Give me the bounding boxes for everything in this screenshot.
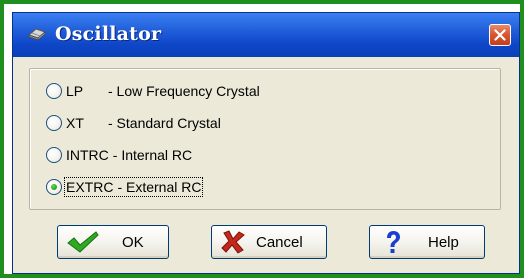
radio-intrc[interactable]: [46, 147, 62, 163]
option-xt-code: XT: [66, 115, 84, 131]
option-intrc-label: INTRC - Internal RC: [66, 147, 192, 163]
checkmark-icon: [66, 230, 100, 258]
option-extrc[interactable]: EXTRC - External RC: [46, 175, 204, 199]
option-extrc-code: EXTRC: [66, 179, 114, 195]
ok-button[interactable]: OK: [57, 225, 169, 259]
option-xt-label: XT - Standard Crystal: [66, 115, 221, 131]
radio-lp[interactable]: [46, 83, 62, 99]
help-button-label: Help: [428, 234, 459, 251]
radio-selected-dot: [51, 184, 57, 190]
help-button[interactable]: Help: [369, 225, 485, 259]
option-intrc[interactable]: INTRC - Internal RC: [46, 143, 192, 167]
option-lp-description: - Low Frequency Crystal: [108, 83, 260, 99]
cancel-button-label: Cancel: [256, 234, 303, 251]
option-intrc-code: INTRC: [66, 147, 109, 163]
dialog-title: Oscillator: [55, 23, 162, 45]
option-lp[interactable]: LP - Low Frequency Crystal: [46, 79, 260, 103]
oscillator-options-group: LP - Low Frequency Crystal XT - Standard C…: [29, 68, 501, 210]
option-lp-label: LP - Low Frequency Crystal: [66, 83, 260, 99]
radio-extrc[interactable]: [46, 179, 62, 195]
option-xt[interactable]: XT - Standard Crystal: [46, 111, 221, 135]
oscillator-dialog: Oscillator LP - Low Frequency Crystal XT -…: [12, 12, 520, 274]
close-icon: [494, 29, 506, 41]
ok-button-label: OK: [122, 234, 144, 251]
cancel-button[interactable]: Cancel: [211, 225, 327, 259]
option-extrc-label: EXTRC - External RC: [63, 177, 204, 197]
option-lp-code: LP: [66, 83, 84, 99]
chip-icon: [27, 26, 47, 42]
radio-xt[interactable]: [46, 115, 62, 131]
x-icon: [220, 230, 246, 258]
close-button[interactable]: [489, 24, 511, 46]
title-bar[interactable]: Oscillator: [13, 13, 519, 57]
outer-frame: Oscillator LP - Low Frequency Crystal XT -…: [0, 0, 524, 278]
option-intrc-description: - Internal RC: [112, 147, 193, 163]
option-extrc-description: - External RC: [117, 179, 202, 195]
option-xt-description: - Standard Crystal: [108, 115, 221, 131]
question-icon: [384, 231, 402, 259]
